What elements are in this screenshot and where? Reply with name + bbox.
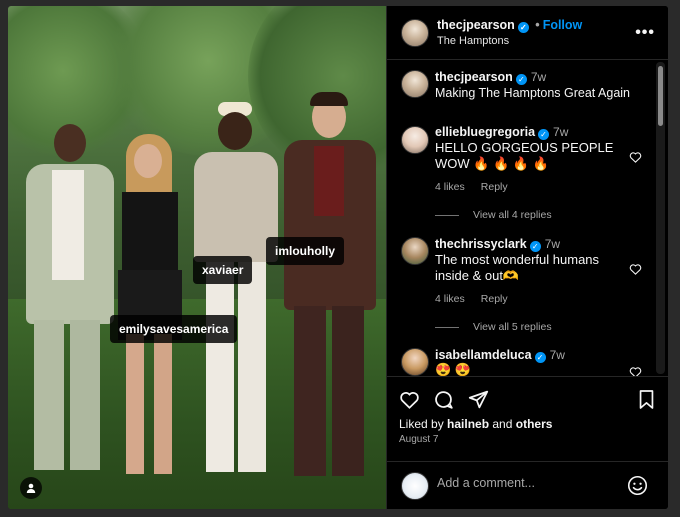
likes-summary: Liked by hailneb and others — [399, 417, 552, 431]
heart-icon[interactable] — [629, 366, 642, 376]
comment-likes[interactable]: 4 likes — [435, 181, 465, 193]
comment-time: 7w — [549, 348, 565, 362]
heart-icon[interactable] — [399, 390, 420, 409]
post-header: thecjpearson ✓ • Follow The Hamptons ••• — [387, 6, 668, 60]
liked-by-others[interactable]: others — [516, 417, 553, 431]
verified-badge-icon: ✓ — [517, 22, 529, 33]
comment-header: isabellamdeluca ✓ 7w — [435, 347, 645, 363]
comment-text: The most wonderful humans inside & out🫶 — [435, 252, 600, 283]
person-2 — [110, 134, 190, 484]
emoji-icon[interactable] — [627, 475, 648, 496]
post-photo[interactable]: xaviaer imlouholly emilysavesamerica — [8, 6, 386, 509]
avatar[interactable] — [401, 70, 429, 98]
username-text[interactable]: thecjpearson — [437, 18, 515, 32]
comment-header: thechrissyclark ✓ 7w — [435, 236, 645, 252]
person-4 — [280, 92, 380, 486]
photo-tag-imlouholly[interactable]: imlouholly — [266, 237, 344, 265]
caption-username[interactable]: thecjpearson — [435, 70, 513, 84]
heart-icon[interactable] — [629, 263, 642, 275]
post-sidebar: thecjpearson ✓ • Follow The Hamptons ••• t… — [386, 6, 668, 509]
comment-time: 7w — [553, 125, 569, 139]
comment-meta: 4 likes Reply — [435, 293, 524, 305]
verified-badge-icon: ✓ — [515, 74, 527, 85]
caption-header: thecjpearson ✓ 7w — [435, 69, 645, 85]
add-comment-bar: Add a comment... — [387, 461, 668, 509]
comment-icon[interactable] — [433, 389, 454, 410]
post-modal: xaviaer imlouholly emilysavesamerica the… — [8, 6, 668, 509]
person-3 — [188, 102, 284, 482]
comment-time: 7w — [544, 237, 561, 251]
scrollbar-thumb[interactable] — [658, 66, 663, 126]
share-icon[interactable] — [468, 389, 489, 410]
post-author-username[interactable]: thecjpearson ✓ • Follow — [437, 18, 582, 33]
comment-text: 😍 😍 — [435, 362, 471, 376]
user-tag-icon[interactable] — [20, 477, 42, 499]
photo-tag-xaviaer[interactable]: xaviaer — [193, 256, 253, 284]
comment-username[interactable]: isabellamdeluca — [435, 348, 532, 362]
person-1 — [18, 124, 118, 484]
comment-meta: 4 likes Reply — [435, 181, 524, 193]
reply-button[interactable]: Reply — [481, 181, 508, 193]
separator-dot: • — [535, 18, 540, 32]
view-replies-button[interactable]: View all 5 replies — [435, 321, 552, 333]
comments-list: thecjpearson ✓ 7w Making The Hamptons Grea… — [387, 60, 668, 376]
view-replies-button[interactable]: View all 4 replies — [435, 209, 552, 221]
reply-button[interactable]: Reply — [481, 293, 508, 305]
avatar — [401, 472, 429, 500]
liked-by-user[interactable]: hailneb — [447, 417, 489, 431]
verified-badge-icon: ✓ — [529, 241, 541, 252]
post-date[interactable]: August 7 — [399, 434, 438, 445]
comment-username[interactable]: elliebluegregoria — [435, 125, 535, 139]
photo-tag-emilysavesamerica[interactable]: emilysavesamerica — [110, 315, 238, 343]
follow-button[interactable]: Follow — [543, 18, 583, 32]
likes-middle: and — [489, 417, 516, 431]
caption-text: Making The Hamptons Great Again — [435, 86, 631, 100]
avatar[interactable] — [401, 348, 429, 376]
bookmark-icon[interactable] — [638, 389, 655, 410]
comment-header: elliebluegregoria ✓ 7w — [435, 124, 645, 140]
avatar[interactable] — [401, 19, 429, 47]
post-actions: Liked by hailneb and others August 7 — [387, 376, 668, 452]
add-comment-input[interactable]: Add a comment... — [437, 476, 535, 490]
likes-prefix: Liked by — [399, 417, 448, 431]
comment-likes[interactable]: 4 likes — [435, 293, 465, 305]
more-options-icon[interactable]: ••• — [635, 24, 655, 42]
comment-username[interactable]: thechrissyclark — [435, 237, 527, 251]
heart-icon[interactable] — [629, 151, 642, 163]
avatar[interactable] — [401, 126, 429, 154]
caption-time: 7w — [530, 70, 547, 84]
post-location[interactable]: The Hamptons — [437, 35, 509, 47]
comment-text: HELLO GORGEOUS PEOPLE WOW 🔥 🔥 🔥 🔥 — [435, 140, 614, 171]
avatar[interactable] — [401, 237, 429, 265]
verified-badge-icon: ✓ — [538, 129, 550, 140]
